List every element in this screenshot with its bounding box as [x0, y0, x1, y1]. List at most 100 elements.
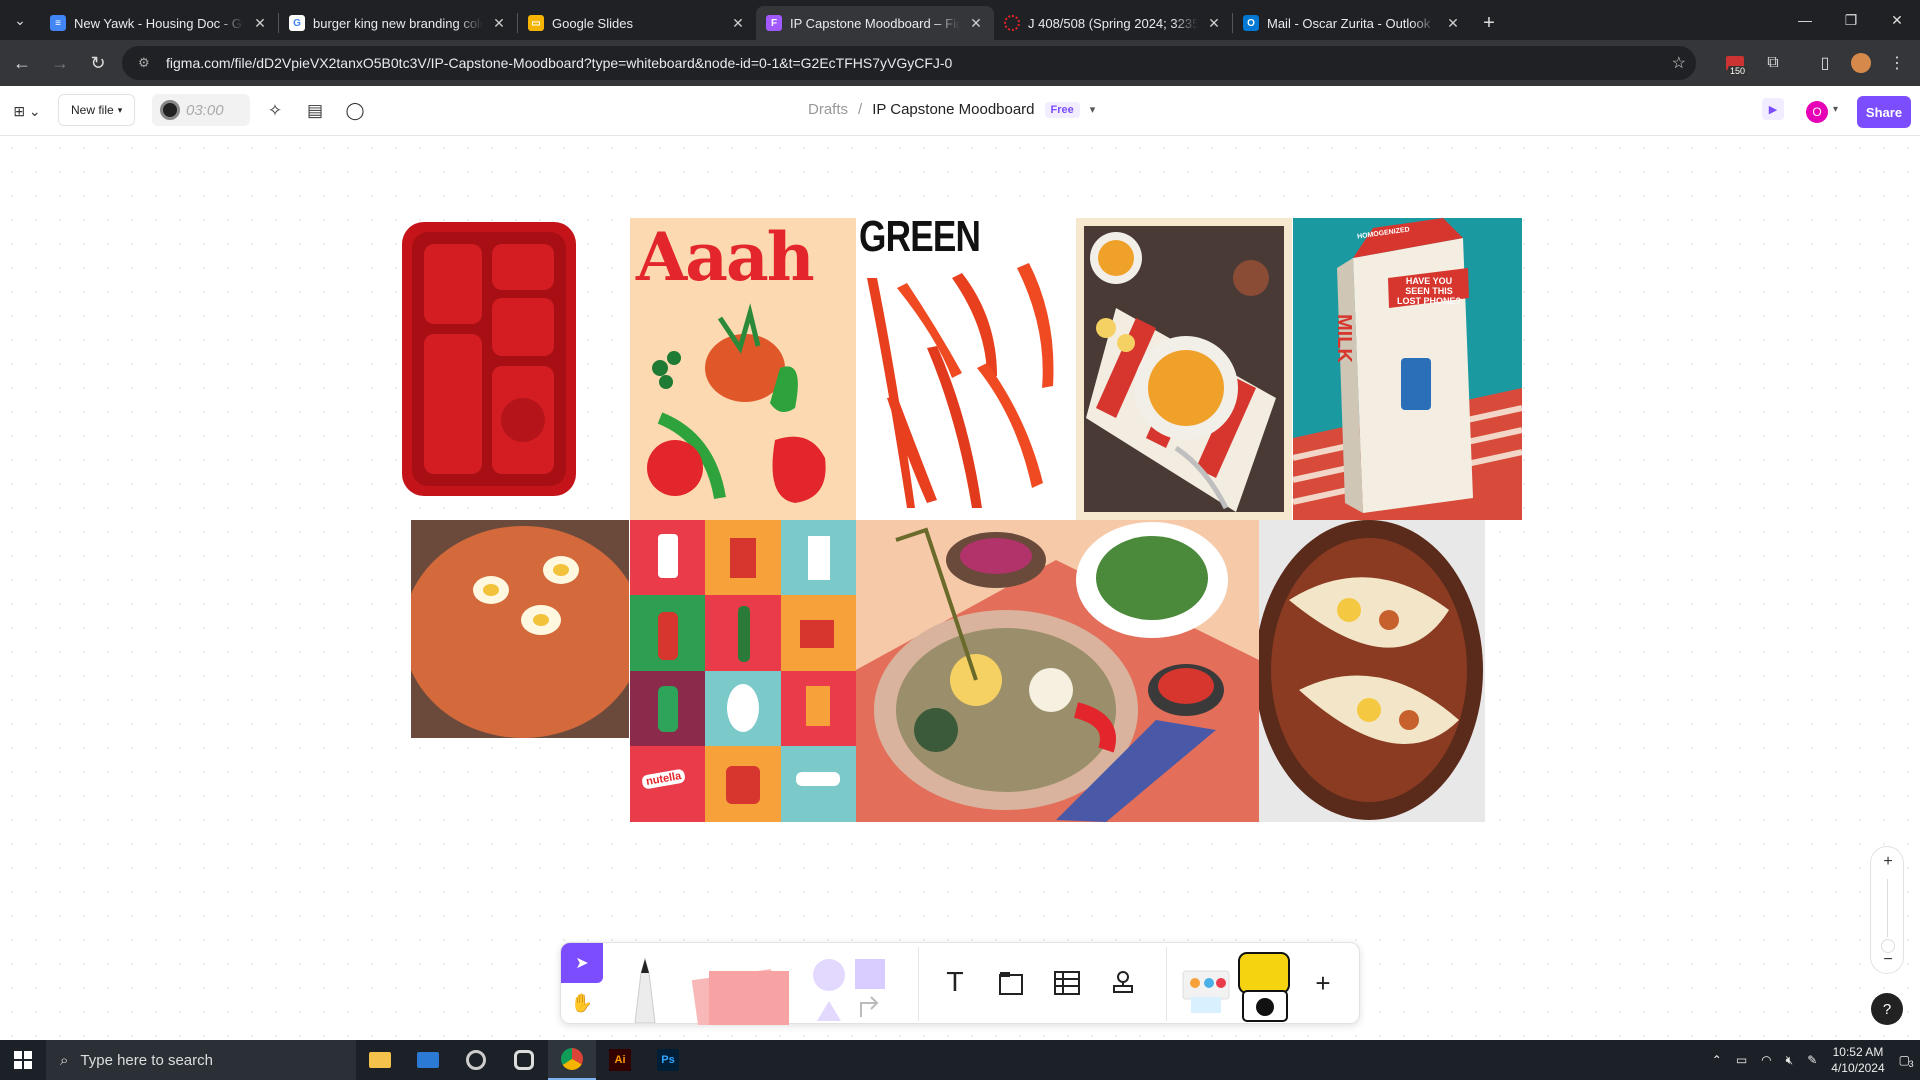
widgets-icon	[1182, 970, 1230, 1013]
browser-menu-icon[interactable]: ⋮	[1882, 48, 1912, 78]
present-icon[interactable]: ▶	[1762, 98, 1784, 120]
bookmark-star-icon[interactable]: ☆	[1672, 53, 1686, 73]
breadcrumb: Drafts / IP Capstone Moodboard Free ▾	[808, 101, 1095, 118]
battery-icon[interactable]: ▭	[1736, 1053, 1747, 1067]
timer-widget[interactable]: 03:00	[152, 94, 250, 126]
hand-tool-icon[interactable]: ✋	[561, 983, 603, 1023]
close-window-icon[interactable]: ✕	[1874, 0, 1920, 40]
file-name[interactable]: IP Capstone Moodboard	[872, 101, 1034, 118]
profile-avatar-icon[interactable]	[1846, 48, 1876, 78]
breadcrumb-drafts[interactable]: Drafts	[808, 101, 848, 118]
close-tab-icon[interactable]: ✕	[968, 15, 984, 32]
tab-title: IP Capstone Moodboard – FigJ	[790, 15, 960, 31]
zoom-in-icon[interactable]: +	[1871, 853, 1905, 875]
volume-muted-icon[interactable]: 🔇︎	[1786, 1053, 1794, 1068]
zoom-out-icon[interactable]: −	[1871, 951, 1905, 973]
file-explorer-icon[interactable]	[356, 1040, 404, 1080]
forward-icon[interactable]: →	[44, 47, 76, 79]
tray-overflow-icon[interactable]: ⌃	[1712, 1053, 1722, 1067]
app-icon[interactable]	[500, 1040, 548, 1080]
close-tab-icon[interactable]: ✕	[1445, 15, 1461, 32]
asian-food-graphic	[856, 522, 1259, 822]
main-menu-icon[interactable]: ⊞ ⌄	[10, 98, 44, 124]
browser-tab-housing-doc[interactable]: ≡ New Yawk - Housing Doc - Goo ✕	[40, 6, 278, 40]
select-tool-icon[interactable]: ➤	[561, 943, 603, 983]
new-tab-button[interactable]: +	[1471, 6, 1507, 40]
section-icon	[999, 972, 1023, 995]
milk-carton-lost-phone-poster[interactable]: HOMOGENIZED MILK HAVE YOU SEEN THIS LOST…	[1293, 218, 1522, 520]
comment-icon[interactable]: ◯	[342, 98, 368, 124]
extensions-puzzle-icon[interactable]: ⧉	[1758, 48, 1788, 78]
share-button[interactable]: Share	[1857, 96, 1911, 128]
back-icon[interactable]: ←	[6, 47, 38, 79]
browser-tab-google-slides[interactable]: ▭ Google Slides ✕	[518, 6, 756, 40]
widgets-tool-icon[interactable]	[1181, 961, 1233, 1019]
browser-tab-outlook[interactable]: O Mail - Oscar Zurita - Outlook ✕	[1233, 6, 1471, 40]
avatar[interactable]: O	[1806, 101, 1828, 123]
milk-carton-graphic	[1293, 218, 1522, 520]
sticky-note-tool-icon[interactable]	[691, 961, 791, 1025]
side-panel-icon[interactable]: ▯	[1810, 48, 1840, 78]
aaah-vegetables-poster[interactable]: Aaah	[630, 218, 856, 520]
browser-tab-canvas-course[interactable]: J 408/508 (Spring 2024; 32354, ✕	[994, 6, 1232, 40]
new-file-button[interactable]: New file ▾	[58, 94, 136, 126]
branded-products-grid[interactable]: nutella	[630, 520, 856, 822]
whiteboard-canvas[interactable]: Aaah GREEN HOMOGENIZED MILK HAVE YOU SEE…	[0, 136, 1920, 1040]
tab-search-menu-icon[interactable]: ⌄	[0, 0, 40, 40]
more-tools-button[interactable]: +	[1303, 963, 1343, 1003]
reload-icon[interactable]: ↻	[82, 47, 114, 79]
app-icon[interactable]	[452, 1040, 500, 1080]
notifications-icon[interactable]: ▢ 3	[1899, 1053, 1914, 1069]
taskbar-clock[interactable]: 10:52 AM 4/10/2024	[1831, 1044, 1884, 1076]
close-tab-icon[interactable]: ✕	[730, 15, 746, 32]
dock-divider	[1166, 947, 1167, 1021]
extension-icon[interactable]: 150	[1720, 48, 1750, 78]
asian-food-illustration[interactable]	[856, 520, 1259, 822]
taskbar-search[interactable]: ⌕ Type here to search	[46, 1040, 356, 1080]
windows-start-icon[interactable]	[0, 1040, 46, 1080]
stamp-icon	[1113, 971, 1133, 993]
browser-tab-figma[interactable]: F IP Capstone Moodboard – FigJ ✕	[756, 6, 994, 40]
mail-icon[interactable]	[404, 1040, 452, 1080]
pen-marker-tool-icon[interactable]	[621, 953, 669, 1023]
file-menu-chevron-icon[interactable]: ▾	[1090, 103, 1096, 116]
address-bar[interactable]: ⚙ figma.com/file/dD2VpieVX2tanxO5B0tc3V/…	[122, 46, 1696, 80]
soup-bowl-illustration[interactable]	[1076, 218, 1292, 520]
in-progress-sticker-icon[interactable]	[1235, 949, 1295, 1025]
minimize-icon[interactable]: —	[1782, 0, 1828, 40]
notification-count: 3	[1908, 1059, 1914, 1069]
system-tray: ⌃ ▭ ◠ 🔇︎ ✎ 10:52 AM 4/10/2024 ▢ 3	[1712, 1040, 1914, 1080]
google-docs-icon: ≡	[50, 15, 66, 31]
mexican-rice-photo[interactable]	[411, 520, 629, 738]
chrome-icon[interactable]	[548, 1040, 596, 1080]
shape-tool-icon[interactable]	[811, 957, 901, 1023]
close-tab-icon[interactable]: ✕	[491, 15, 507, 32]
restore-icon[interactable]: ❐	[1828, 0, 1874, 40]
browser-tab-burger-king[interactable]: G burger king new branding colo ✕	[279, 6, 517, 40]
ai-sparkle-icon[interactable]: ✧	[262, 98, 288, 124]
text-tool-icon[interactable]: T	[935, 963, 975, 1003]
site-info-icon[interactable]: ⚙	[138, 55, 154, 71]
zoom-slider-track[interactable]	[1887, 879, 1888, 937]
lunch-tray-graphic	[402, 222, 576, 496]
url-text: figma.com/file/dD2VpieVX2tanxO5B0tc3V/IP…	[166, 55, 953, 71]
section-tool-icon[interactable]	[991, 963, 1031, 1003]
windows-taskbar: ⌕ Type here to search Ai Ps ⌃ ▭ ◠ 🔇︎ ✎ 1…	[0, 1040, 1920, 1080]
photoshop-icon[interactable]: Ps	[644, 1040, 692, 1080]
figma-icon: F	[766, 15, 782, 31]
green-chili-poster[interactable]: GREEN	[857, 218, 1073, 520]
breakfast-tacos-photo[interactable]	[1259, 520, 1485, 822]
help-button[interactable]: ?	[1871, 993, 1903, 1025]
illustrator-icon[interactable]: Ai	[596, 1040, 644, 1080]
wifi-icon[interactable]: ◠	[1761, 1053, 1771, 1067]
close-tab-icon[interactable]: ✕	[1206, 15, 1222, 32]
templates-layout-icon[interactable]: ▤	[302, 98, 328, 124]
avatar-chevron-icon[interactable]: ▾	[1833, 104, 1838, 115]
stamp-tool-icon[interactable]	[1103, 963, 1143, 1003]
table-tool-icon[interactable]	[1047, 963, 1087, 1003]
plan-badge[interactable]: Free	[1044, 101, 1080, 118]
milk-carton-headline: HAVE YOU SEEN THIS LOST PHONE?	[1396, 276, 1461, 306]
red-lunch-tray-image[interactable]	[400, 220, 578, 498]
pen-icon[interactable]: ✎	[1807, 1053, 1817, 1067]
close-tab-icon[interactable]: ✕	[252, 15, 268, 32]
